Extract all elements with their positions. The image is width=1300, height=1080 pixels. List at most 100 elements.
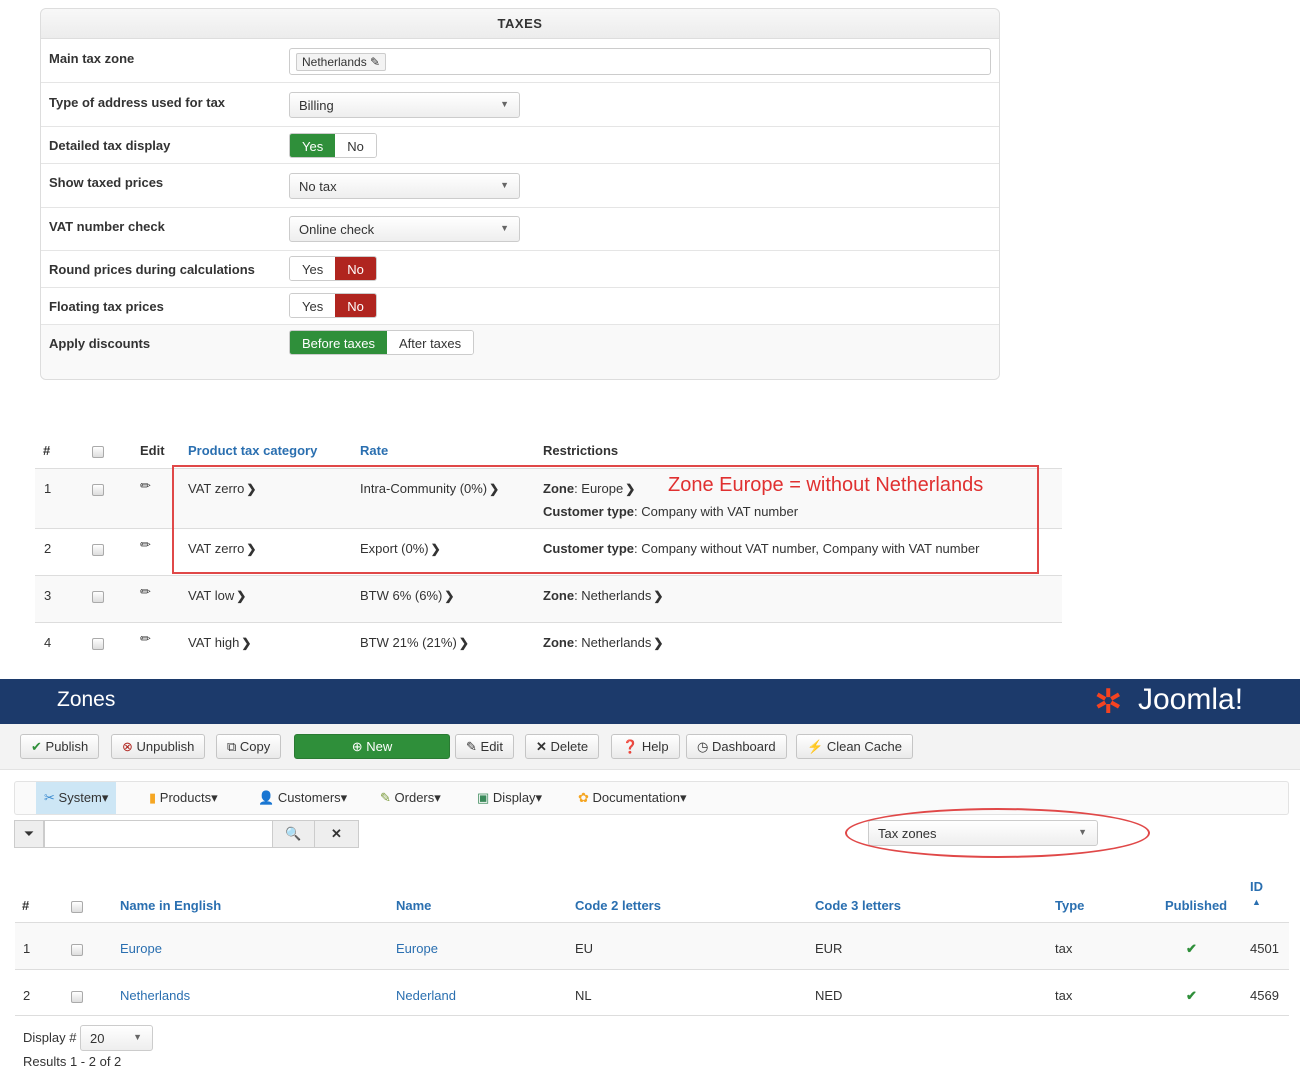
page-title: Zones bbox=[57, 688, 116, 711]
label: Round prices during calculations bbox=[49, 262, 255, 277]
caret-down-icon: ▼ bbox=[500, 180, 509, 190]
vat-check-select[interactable]: Online check ▼ bbox=[289, 216, 520, 242]
floating-tax-toggle[interactable]: Yes No bbox=[289, 293, 377, 318]
row-checkbox[interactable] bbox=[92, 638, 104, 650]
after-taxes-option[interactable]: After taxes bbox=[387, 331, 474, 354]
row-checkbox[interactable] bbox=[92, 484, 104, 496]
joomla-logo: Joomla! bbox=[1138, 683, 1244, 716]
caret-down-icon: ▼ bbox=[500, 99, 509, 109]
name-link[interactable]: Europe bbox=[396, 941, 438, 956]
menu-system[interactable]: ✂ System▾ bbox=[36, 782, 117, 814]
col-restrictions: Restrictions bbox=[543, 443, 619, 458]
zone-tag[interactable]: Netherlands ✎ bbox=[296, 53, 387, 71]
col-code3[interactable]: Code 3 letters bbox=[815, 898, 901, 913]
component-menu: ✂ System▾ ▮ Products▾ 👤 Customers▾ ✎ Ord… bbox=[14, 781, 1289, 815]
caret-down-icon: ▼ bbox=[500, 223, 509, 233]
col-num: # bbox=[43, 443, 51, 458]
pencil-icon[interactable]: ✏ bbox=[140, 478, 151, 494]
rate-link[interactable]: BTW 6% (6%) ❯ bbox=[360, 588, 454, 603]
before-taxes-option[interactable]: Before taxes bbox=[290, 331, 387, 354]
menu-products[interactable]: ▮ Products▾ bbox=[141, 782, 226, 814]
joomla-logo-icon: ✲ bbox=[1094, 683, 1123, 721]
col-published[interactable]: Published bbox=[1165, 898, 1227, 913]
pencil-icon[interactable]: ✏ bbox=[140, 537, 151, 553]
filter-icon[interactable]: ⏷ bbox=[14, 820, 44, 848]
menu-documentation[interactable]: ✿ Documentation▾ bbox=[570, 782, 695, 814]
display-label: Display # bbox=[23, 1030, 77, 1045]
published-check-icon[interactable]: ✔ bbox=[1186, 988, 1197, 1004]
show-taxed-select[interactable]: No tax ▼ bbox=[289, 173, 520, 199]
search-button[interactable]: 🔍 bbox=[272, 820, 315, 848]
apply-discounts-toggle[interactable]: Before taxes After taxes bbox=[289, 330, 475, 355]
restriction: Zone: Netherlands ❯ bbox=[543, 635, 664, 650]
round-prices-toggle[interactable]: Yes No bbox=[289, 256, 377, 281]
category-link[interactable]: VAT high ❯ bbox=[188, 635, 251, 650]
annotation-text: Zone Europe = without Netherlands bbox=[668, 474, 984, 496]
no-option[interactable]: No bbox=[335, 257, 376, 280]
table-row: 4 ✏ VAT high ❯ BTW 21% (21%) ❯ Zone: Nethe… bbox=[35, 622, 1062, 669]
row-checkbox[interactable] bbox=[92, 591, 104, 603]
copy-button[interactable]: ⧉ Copy bbox=[216, 734, 282, 759]
menu-customers[interactable]: 👤 Customers▾ bbox=[250, 782, 355, 814]
name-en-link[interactable]: Netherlands bbox=[120, 988, 190, 1003]
taxes-title: TAXES bbox=[41, 9, 999, 39]
yes-option[interactable]: Yes bbox=[290, 134, 336, 157]
menu-display[interactable]: ▣ Display▾ bbox=[469, 782, 550, 814]
delete-button[interactable]: ✕ Delete bbox=[525, 734, 600, 759]
yes-option[interactable]: Yes bbox=[290, 294, 336, 317]
display-count-select[interactable]: 20 ▼ bbox=[80, 1025, 153, 1051]
detailed-tax-toggle[interactable]: Yes No bbox=[289, 133, 377, 158]
vat-check-row: VAT number check Online check ▼ bbox=[41, 208, 999, 251]
dashboard-button[interactable]: ◷ Dashboard bbox=[686, 734, 787, 759]
col-rate[interactable]: Rate bbox=[360, 443, 388, 458]
new-button[interactable]: ⊕ New bbox=[294, 734, 450, 759]
no-option[interactable]: No bbox=[335, 134, 376, 157]
taxes-panel: TAXES Main tax zone Netherlands ✎ Type o… bbox=[40, 8, 1000, 380]
col-code2[interactable]: Code 2 letters bbox=[575, 898, 661, 913]
row-checkbox[interactable] bbox=[92, 544, 104, 556]
col-category[interactable]: Product tax category bbox=[188, 443, 317, 458]
clean-cache-button[interactable]: ⚡ Clean Cache bbox=[796, 734, 913, 759]
yes-option[interactable]: Yes bbox=[290, 257, 336, 280]
menu-orders[interactable]: ✎ Orders▾ bbox=[372, 782, 449, 814]
search-input[interactable] bbox=[44, 820, 273, 848]
col-id[interactable]: ID bbox=[1250, 879, 1263, 894]
label: Show taxed prices bbox=[49, 175, 164, 190]
apply-discounts-row: Apply discounts Before taxes After taxes bbox=[41, 325, 999, 379]
highlight-ellipse bbox=[845, 808, 1150, 858]
select-all-checkbox[interactable] bbox=[71, 901, 83, 913]
row-checkbox[interactable] bbox=[71, 944, 83, 956]
select-all-checkbox[interactable] bbox=[92, 446, 104, 458]
show-taxed-row: Show taxed prices No tax ▼ bbox=[41, 164, 999, 208]
name-link[interactable]: Nederland bbox=[396, 988, 456, 1003]
pencil-icon[interactable]: ✏ bbox=[140, 584, 151, 600]
results-count: Results 1 - 2 of 2 bbox=[23, 1054, 122, 1069]
admin-header: Zones ✲ Joomla! bbox=[0, 679, 1300, 724]
col-name-en[interactable]: Name in English bbox=[120, 898, 221, 913]
main-tax-zone-field[interactable]: Netherlands ✎ bbox=[289, 48, 991, 75]
name-en-link[interactable]: Europe bbox=[120, 941, 162, 956]
label: Type of address used for tax bbox=[49, 95, 226, 110]
unpublish-button[interactable]: ⊗ Unpublish bbox=[111, 734, 206, 759]
help-button[interactable]: ❓ Help bbox=[611, 734, 680, 759]
round-prices-row: Round prices during calculations Yes No bbox=[41, 251, 999, 288]
col-type[interactable]: Type bbox=[1055, 898, 1084, 913]
category-link[interactable]: VAT low ❯ bbox=[188, 588, 246, 603]
address-type-select[interactable]: Billing ▼ bbox=[289, 92, 520, 118]
detailed-tax-row: Detailed tax display Yes No bbox=[41, 127, 999, 164]
label: Detailed tax display bbox=[49, 138, 171, 153]
no-option[interactable]: No bbox=[335, 294, 376, 317]
clear-button[interactable]: ✕ bbox=[314, 820, 359, 848]
pencil-icon[interactable]: ✏ bbox=[140, 631, 151, 647]
publish-button[interactable]: ✔ Publish bbox=[20, 734, 100, 759]
sort-asc-icon: ▲ bbox=[1252, 897, 1261, 907]
floating-tax-row: Floating tax prices Yes No bbox=[41, 288, 999, 325]
label: Apply discounts bbox=[49, 336, 151, 351]
table-row: 2 Netherlands Nederland NL NED tax ✔ 456… bbox=[15, 969, 1289, 1016]
address-type-row: Type of address used for tax Billing ▼ bbox=[41, 83, 999, 127]
row-checkbox[interactable] bbox=[71, 991, 83, 1003]
col-name[interactable]: Name bbox=[396, 898, 431, 913]
rate-link[interactable]: BTW 21% (21%) ❯ bbox=[360, 635, 469, 650]
published-check-icon[interactable]: ✔ bbox=[1186, 941, 1197, 957]
edit-button[interactable]: ✎ Edit bbox=[455, 734, 514, 759]
